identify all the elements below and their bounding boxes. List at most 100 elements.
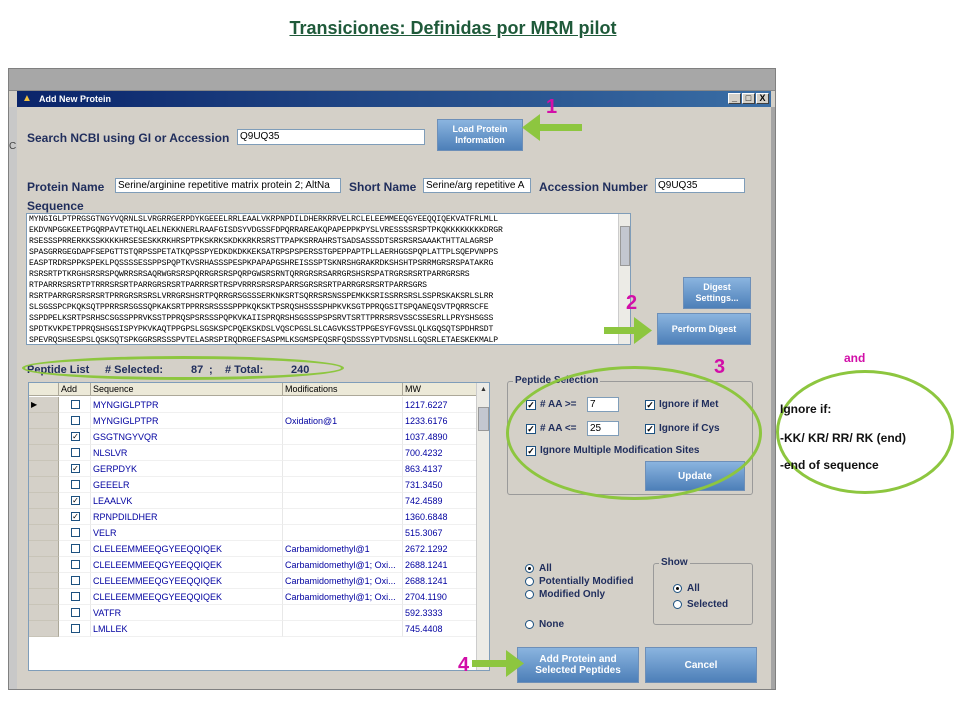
add-cell: ✓ — [59, 509, 91, 525]
row-selector[interactable] — [29, 461, 59, 477]
row-header-column — [29, 383, 59, 395]
peptide-table-scrollbar[interactable]: ▲ — [476, 383, 489, 670]
table-row[interactable]: GEEELR 731.3450 — [29, 477, 489, 493]
perform-digest-button[interactable]: Perform Digest — [657, 313, 751, 345]
table-row[interactable]: CLELEEMMEEQGYEEQQIQEK Carbamidomethyl@1; … — [29, 573, 489, 589]
add-checkbox[interactable] — [71, 608, 80, 617]
mw-cell: 1360.6848 — [403, 509, 478, 525]
row-selector[interactable] — [29, 573, 59, 589]
column-header-add[interactable]: Add — [59, 383, 91, 395]
window-titlebar[interactable]: ▲ Add New Protein _ □ X — [17, 91, 771, 107]
row-selector[interactable] — [29, 525, 59, 541]
short-name-input[interactable]: Serine/arg repetitive A — [423, 178, 531, 193]
sequence-textarea[interactable]: MYNGIGLPTPRGSGTNGYVQRNLSLVRGRRGERPDYKGEE… — [26, 213, 631, 345]
add-checkbox[interactable] — [71, 560, 80, 569]
column-header-mw[interactable]: MW — [403, 383, 478, 395]
table-row[interactable]: VATFR 592.3333 — [29, 605, 489, 621]
add-checkbox[interactable] — [71, 624, 80, 633]
background-window-edge: C — [9, 107, 17, 689]
cancel-button[interactable]: Cancel — [645, 647, 757, 683]
row-selector[interactable] — [29, 477, 59, 493]
table-row[interactable]: NLSLVR 700.4232 — [29, 445, 489, 461]
table-row[interactable]: CLELEEMMEEQGYEEQQIQEK Carbamidomethyl@1; … — [29, 557, 489, 573]
show-selected-radio[interactable]: Selected — [673, 599, 728, 610]
row-selector[interactable] — [29, 541, 59, 557]
sequence-cell: CLELEEMMEEQGYEEQQIQEK — [91, 557, 283, 573]
mw-cell: 1233.6176 — [403, 413, 478, 429]
accession-search-input[interactable]: Q9UQ35 — [237, 129, 425, 145]
row-selector[interactable] — [29, 429, 59, 445]
add-checkbox[interactable] — [71, 400, 80, 409]
table-row[interactable]: CLELEEMMEEQGYEEQQIQEK Carbamidomethyl@1; … — [29, 589, 489, 605]
modifications-cell — [283, 445, 403, 461]
modifications-cell — [283, 525, 403, 541]
row-selector[interactable] — [29, 621, 59, 637]
table-row[interactable]: LMLLEK 745.4408 — [29, 621, 489, 637]
add-checkbox[interactable] — [71, 448, 80, 457]
table-row[interactable]: VELR 515.3067 — [29, 525, 489, 541]
digest-settings-button[interactable]: Digest Settings... — [683, 277, 751, 309]
mw-cell: 742.4589 — [403, 493, 478, 509]
show-all-dot — [673, 584, 682, 593]
add-checkbox[interactable]: ✓ — [71, 464, 80, 473]
add-checkbox[interactable] — [71, 592, 80, 601]
row-selector[interactable] — [29, 589, 59, 605]
sequence-line: RTPARRRSRSRTPTRRRSRSRTPARRGRSRSRTPARRRSR… — [29, 281, 427, 290]
add-checkbox[interactable] — [71, 480, 80, 489]
row-selector[interactable] — [29, 445, 59, 461]
sequence-line: EKDVNPGGKEETPGQRPAVTETHQLAELNEKKNERLRAAF… — [29, 226, 503, 235]
add-checkbox[interactable] — [71, 528, 80, 537]
mw-cell: 863.4137 — [403, 461, 478, 477]
add-cell — [59, 573, 91, 589]
row-selector[interactable] — [29, 413, 59, 429]
add-checkbox[interactable]: ✓ — [71, 432, 80, 441]
table-row[interactable]: ✓ GSGTNGYVQR 1037.4890 — [29, 429, 489, 445]
add-checkbox[interactable] — [71, 544, 80, 553]
row-selector[interactable] — [29, 493, 59, 509]
sequence-scrollbar[interactable] — [618, 214, 630, 344]
add-checkbox[interactable] — [71, 576, 80, 585]
filter-all-radio[interactable]: All — [525, 563, 552, 574]
add-checkbox[interactable]: ✓ — [71, 512, 80, 521]
current-row-indicator-icon[interactable]: ▶ — [29, 397, 59, 413]
row-selector[interactable] — [29, 557, 59, 573]
peptide-scroll-thumb[interactable] — [478, 407, 489, 431]
table-row[interactable]: ✓ LEAALVK 742.4589 — [29, 493, 489, 509]
ignore-rule-kk: -KK/ KR/ RR/ RK (end) — [780, 431, 906, 445]
modifications-cell — [283, 621, 403, 637]
sequence-scroll-thumb[interactable] — [620, 226, 630, 266]
show-selected-dot — [673, 600, 682, 609]
column-header-sequence[interactable]: Sequence — [91, 383, 283, 395]
filter-none-radio[interactable]: None — [525, 619, 564, 630]
table-row[interactable]: ✓ RPNPDILDHER 1360.6848 — [29, 509, 489, 525]
row-selector[interactable] — [29, 509, 59, 525]
mw-cell: 515.3067 — [403, 525, 478, 541]
maximize-button[interactable]: □ — [742, 93, 755, 104]
add-checkbox[interactable] — [71, 416, 80, 425]
modifications-cell: Carbamidomethyl@1; Oxi... — [283, 589, 403, 605]
add-protein-button[interactable]: Add Protein and Selected Peptides — [517, 647, 639, 683]
add-checkbox[interactable]: ✓ — [71, 496, 80, 505]
show-all-radio[interactable]: All — [673, 583, 700, 594]
protein-name-input[interactable]: Serine/arginine repetitive matrix protei… — [115, 178, 341, 193]
column-header-modifications[interactable]: Modifications — [283, 383, 403, 395]
sequence-line: SSPDPELKSRTPSRHSCSGSSPPRVKSSTPPRQSPSRSSS… — [29, 314, 494, 323]
sequence-cell: LMLLEK — [91, 621, 283, 637]
minimize-button[interactable]: _ — [728, 93, 741, 104]
load-protein-button[interactable]: Load Protein Information — [437, 119, 523, 151]
row-selector[interactable] — [29, 605, 59, 621]
table-row[interactable]: ▶ MYNGIGLPTPR 1217.6227 — [29, 397, 489, 413]
filter-potentially-modified-radio[interactable]: Potentially Modified — [525, 576, 633, 587]
table-row[interactable]: ✓ GERPDYK 863.4137 — [29, 461, 489, 477]
close-button[interactable]: X — [756, 93, 769, 104]
modifications-cell — [283, 493, 403, 509]
accession-number-input[interactable]: Q9UQ35 — [655, 178, 745, 193]
sequence-line: SPDTKVKPETPPRQSHSGSISPYPKVKAQTPPGPSLSGSK… — [29, 325, 494, 334]
modifications-cell — [283, 477, 403, 493]
show-group-title: Show — [659, 557, 690, 568]
filter-modified-only-radio[interactable]: Modified Only — [525, 589, 605, 600]
table-row[interactable]: CLELEEMMEEQGYEEQQIQEK Carbamidomethyl@1 26… — [29, 541, 489, 557]
table-row[interactable]: MYNGIGLPTPR Oxidation@1 1233.6176 — [29, 413, 489, 429]
modifications-cell: Carbamidomethyl@1; Oxi... — [283, 573, 403, 589]
scroll-up-icon[interactable]: ▲ — [478, 384, 489, 395]
